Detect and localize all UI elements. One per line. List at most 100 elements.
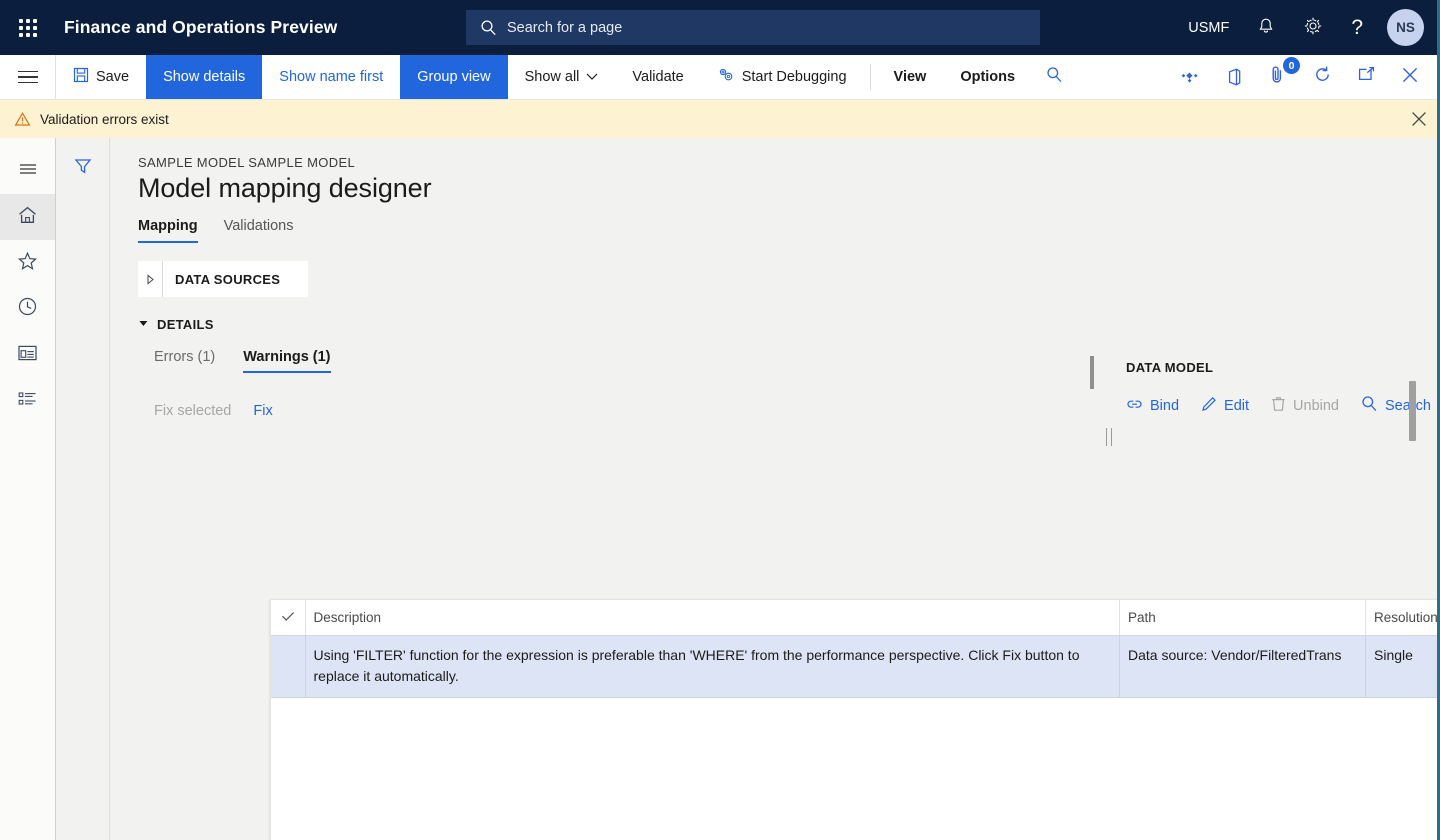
global-search-input[interactable]: Search for a page [466,10,1040,45]
avatar[interactable]: NS [1387,9,1424,46]
sidebar-item-home[interactable] [0,194,55,240]
cell-description: Using 'FILTER' function for the expressi… [305,635,1120,697]
bell-icon [1257,17,1275,39]
data-model-title: DATA MODEL [1126,356,1440,375]
column-header-path[interactable]: Path [1120,600,1366,635]
top-bar-right-group: USMF ? NS [1174,0,1440,55]
attachments-badge: 0 [1283,57,1300,74]
filter-rail [56,138,110,840]
notifications-button[interactable] [1243,0,1289,55]
filter-funnel-icon [73,156,93,181]
page-title: Model mapping designer [138,173,1440,204]
hamburger-icon [18,67,38,88]
row-checkbox-cell[interactable] [271,635,305,697]
filter-button[interactable] [56,148,109,188]
app-shell: SAMPLE MODEL SAMPLE MODEL Model mapping … [0,138,1440,840]
warnings-table: Description Path Resolutions Using 'FILT… [271,600,1440,698]
help-button[interactable]: ? [1337,0,1377,55]
show-all-dropdown[interactable]: Show all [508,55,616,99]
settings-button[interactable] [1289,0,1337,55]
show-all-label: Show all [525,69,580,85]
left-navigation-rail [0,138,56,840]
waffle-grid-icon [19,19,37,37]
command-bar: Save Show details Show name first Group … [0,55,1440,100]
message-bar-close-button[interactable] [1410,100,1428,138]
column-header-resolutions[interactable]: Resolutions [1366,600,1440,635]
nav-menu-toggle[interactable] [0,55,56,99]
personalize-diamond-icon[interactable] [1168,55,1212,99]
office-app-icon[interactable] [1212,55,1256,99]
search-icon [480,19,497,36]
subtab-warnings[interactable]: Warnings (1) [243,349,330,373]
data-model-search-button[interactable]: Search [1361,395,1431,416]
select-all-header[interactable] [271,600,305,635]
breadcrumb: SAMPLE MODEL SAMPLE MODEL [138,155,1440,170]
sidebar-item-modules[interactable] [0,378,55,424]
warning-triangle-icon [14,111,31,127]
fix-button[interactable]: Fix [253,403,272,419]
show-details-button[interactable]: Show details [146,55,262,99]
list-icon [17,390,38,413]
command-search-button[interactable] [1032,55,1076,99]
column-header-description[interactable]: Description [305,600,1120,635]
top-navigation-bar: Finance and Operations Preview Search fo… [0,0,1440,55]
vertical-scrollbar-thumb[interactable] [1409,381,1416,441]
edit-label: Edit [1224,398,1249,414]
trash-icon [1271,396,1286,416]
unbind-button: Unbind [1271,395,1339,416]
validation-message-text: Validation errors exist [40,112,169,127]
start-debugging-label: Start Debugging [742,69,847,85]
attachments-button[interactable]: 0 [1256,55,1300,99]
hamburger-icon [18,162,38,181]
start-debugging-button[interactable]: Start Debugging [701,55,864,99]
warnings-grid: Description Path Resolutions Using 'FILT… [270,599,1440,840]
fix-selected-button: Fix selected [154,403,231,419]
subtab-errors[interactable]: Errors (1) [154,349,215,373]
save-button[interactable]: Save [56,55,146,99]
show-name-first-button[interactable]: Show name first [262,55,400,99]
data-model-panel: DATA MODEL Bind Edit [1090,356,1440,416]
table-row[interactable]: Using 'FILTER' function for the expressi… [271,635,1440,697]
refresh-button[interactable] [1300,55,1344,99]
tab-validations[interactable]: Validations [224,218,294,243]
view-menu-button[interactable]: View [877,55,944,99]
unbind-label: Unbind [1293,398,1339,414]
link-chain-icon [1126,397,1143,415]
company-selector[interactable]: USMF [1174,0,1243,55]
data-sources-section-header[interactable]: DATA SOURCES [138,261,308,297]
table-header-row: Description Path Resolutions [271,600,1440,635]
app-title: Finance and Operations Preview [64,17,337,38]
validate-button[interactable]: Validate [615,55,700,99]
question-mark-icon: ? [1351,17,1363,38]
popout-button[interactable] [1344,55,1388,99]
close-button[interactable] [1388,55,1432,99]
panel-resize-grip[interactable] [1106,428,1112,446]
command-bar-right-group: 0 [1168,55,1440,99]
details-section-header[interactable]: DETAILS [138,315,1440,333]
search-icon [1361,395,1378,416]
chevron-right-icon [138,274,162,285]
sidebar-item-workspaces[interactable] [0,332,55,378]
close-icon [1401,66,1419,89]
tab-mapping[interactable]: Mapping [138,218,198,243]
details-label: DETAILS [157,317,214,332]
options-menu-button[interactable]: Options [943,55,1032,99]
command-separator [870,64,871,90]
sidebar-item-menu[interactable] [0,148,55,194]
edit-button[interactable]: Edit [1201,395,1249,416]
validation-message-bar: Validation errors exist [0,100,1440,138]
waffle-menu-button[interactable] [0,0,56,55]
save-disk-icon [73,67,89,87]
cell-resolutions: Single [1366,635,1440,697]
refresh-icon [1313,65,1332,89]
sidebar-item-favorites[interactable] [0,240,55,286]
group-view-button[interactable]: Group view [400,55,507,99]
checkmark-icon [281,610,295,625]
home-icon [17,205,38,230]
chevron-down-icon [138,315,149,333]
data-model-search-label: Search [1385,398,1431,414]
save-button-label: Save [96,69,129,85]
data-model-actions: Bind Edit Unbind [1126,395,1440,416]
bind-button[interactable]: Bind [1126,395,1179,416]
sidebar-item-recent[interactable] [0,286,55,332]
